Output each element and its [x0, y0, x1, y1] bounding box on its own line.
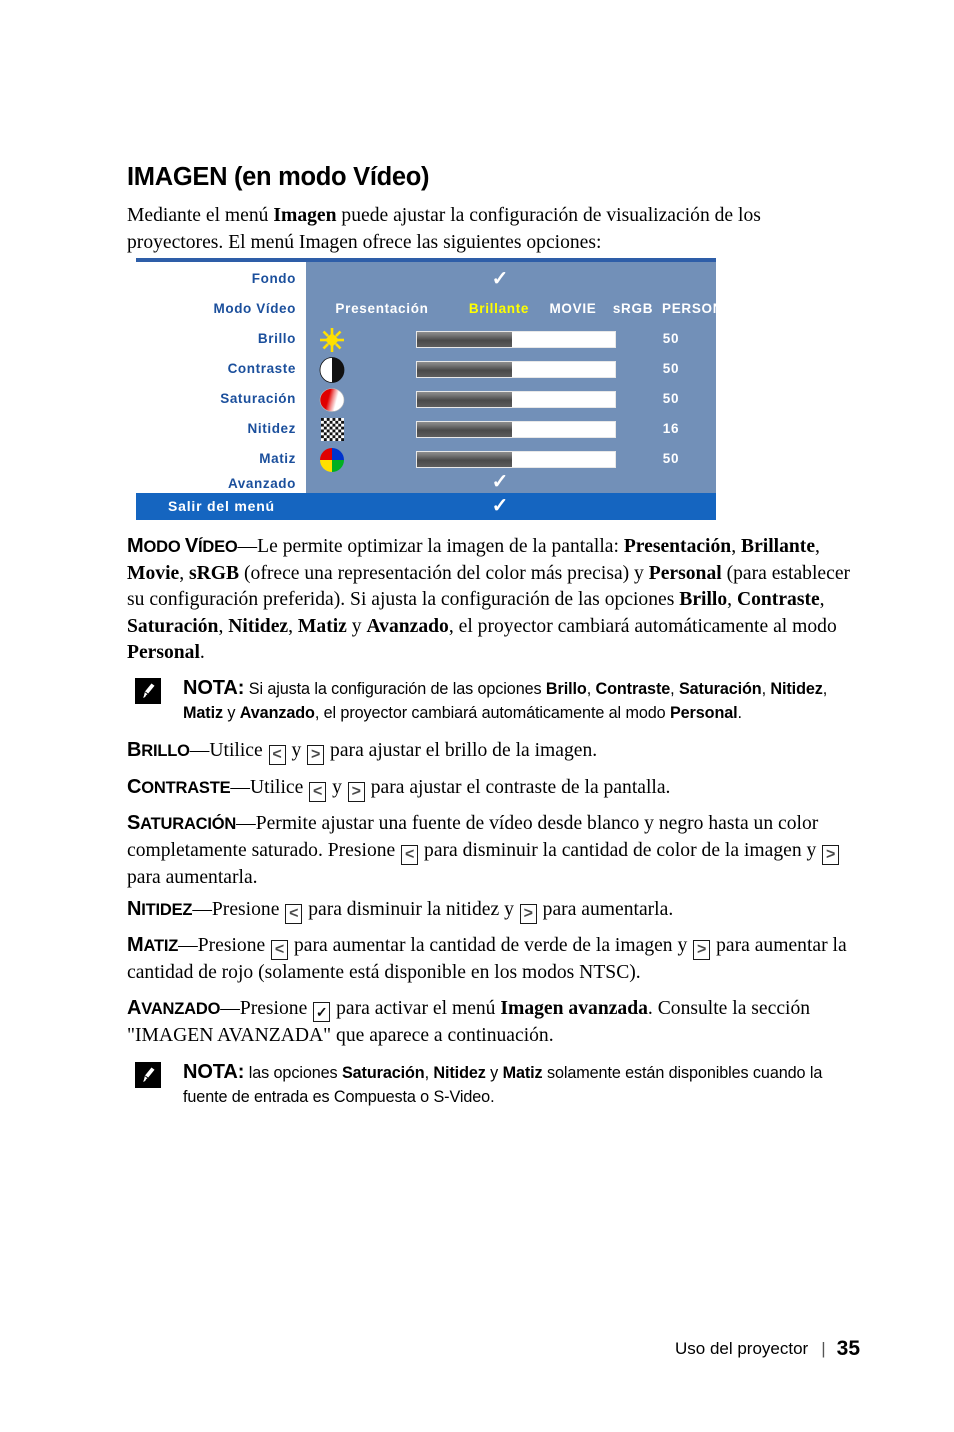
- video-mode-srgb[interactable]: sRGB: [604, 296, 662, 322]
- video-mode-personal[interactable]: PERSONAL: [662, 296, 742, 322]
- term-contraste: CONTRASTE: [127, 776, 231, 798]
- osd-menu-screenshot: Fondo ✓ Modo Vídeo Presentación Brillante…: [136, 258, 742, 520]
- video-mode-movie[interactable]: MOVIE: [542, 296, 604, 322]
- footer-label: Uso del proyector: [674, 1339, 809, 1358]
- check-key-icon[interactable]: ✓: [313, 1002, 331, 1022]
- osd-exit-label: Salir del menú: [168, 498, 275, 514]
- color-wheel-icon: [312, 446, 352, 474]
- osd-row-modo-video[interactable]: Modo Vídeo Presentación Brillante MOVIE sRG…: [136, 296, 742, 322]
- osd-row-brillo[interactable]: Brillo 50: [136, 324, 716, 354]
- brillo-slider[interactable]: [416, 331, 616, 348]
- term-matiz: MATIZ: [127, 934, 179, 956]
- osd-row-fondo[interactable]: Fondo ✓: [136, 264, 716, 294]
- osd-row-saturacion[interactable]: Saturación 50: [136, 384, 716, 414]
- term-nitidez: NITIDEZ: [127, 898, 193, 920]
- left-arrow-key-icon[interactable]: <: [268, 745, 286, 765]
- osd-label-fondo: Fondo: [251, 271, 296, 286]
- osd-row-nitidez[interactable]: Nitidez 16: [136, 414, 716, 444]
- section-matiz: MATIZ—Presione < para aumentar la cantid…: [127, 934, 847, 983]
- saturacion-slider[interactable]: [416, 391, 616, 408]
- saturacion-value: 50: [662, 391, 680, 406]
- contraste-slider[interactable]: [416, 361, 616, 378]
- page-footer: Uso del proyector | 35: [675, 1337, 860, 1361]
- video-mode-options: Presentación Brillante MOVIE sRGB PERSONAL: [308, 296, 742, 322]
- note-pencil-icon: [135, 1062, 161, 1088]
- term-brillo: BRILLO: [127, 739, 190, 761]
- intro-bold-term: Imagen: [273, 205, 337, 226]
- right-arrow-key-icon[interactable]: >: [693, 940, 711, 960]
- osd-label-brillo: Brillo: [257, 331, 296, 346]
- video-mode-presentacion[interactable]: Presentación: [308, 296, 456, 322]
- document-page: IMAGEN (en modo Vídeo) Mediante el menú …: [0, 0, 954, 1432]
- osd-row-contraste[interactable]: Contraste 50: [136, 354, 716, 384]
- note-text-2: NOTA: las opciones Saturación, Nitidez y…: [183, 1061, 823, 1106]
- section-contraste: CONTRASTE—Utilice < y > para ajustar el …: [127, 776, 671, 802]
- left-arrow-key-icon[interactable]: <: [401, 844, 419, 865]
- note-pencil-icon: [135, 678, 161, 704]
- matiz-slider[interactable]: [416, 451, 616, 468]
- right-arrow-key-icon[interactable]: >: [519, 904, 537, 924]
- intro-paragraph: Mediante el menú Imagen puede ajustar la…: [127, 205, 761, 253]
- note-lead-1: NOTA:: [183, 677, 245, 699]
- checkerboard-icon: [312, 416, 352, 444]
- right-arrow-key-icon[interactable]: >: [822, 844, 840, 865]
- osd-body: Fondo ✓ Modo Vídeo Presentación Brillante…: [136, 262, 742, 493]
- section-nitidez: NITIDEZ—Presione < para disminuir la nit…: [127, 898, 674, 924]
- term-avanzado: AVANZADO: [127, 997, 221, 1019]
- footer-page-number: 35: [836, 1337, 860, 1360]
- osd-label-modo-video: Modo Vídeo: [213, 301, 296, 316]
- left-arrow-key-icon[interactable]: <: [271, 940, 289, 960]
- osd-row-matiz[interactable]: Matiz 50: [136, 444, 716, 474]
- video-mode-brillante[interactable]: Brillante: [456, 296, 542, 322]
- section-modo-video: MODO VÍDEO—Le permite optimizar la image…: [127, 535, 851, 663]
- section-saturacion: SATURACIÓN—Permite ajustar una fuente de…: [127, 810, 860, 891]
- check-icon[interactable]: ✓: [488, 493, 512, 520]
- section-avanzado: AVANZADO—Presione ✓ para activar el menú…: [127, 997, 811, 1046]
- osd-label-contraste: Contraste: [227, 361, 296, 376]
- contrast-circle-icon: [312, 356, 352, 384]
- osd-label-avanzado: Avanzado: [227, 476, 296, 491]
- right-arrow-key-icon[interactable]: >: [307, 745, 325, 765]
- check-icon[interactable]: ✓: [488, 264, 512, 294]
- page-title: IMAGEN (en modo Vídeo): [127, 163, 430, 191]
- osd-label-matiz: Matiz: [259, 451, 296, 466]
- note-lead-2: NOTA:: [183, 1061, 245, 1083]
- check-icon[interactable]: ✓: [488, 472, 512, 493]
- right-arrow-key-icon[interactable]: >: [347, 782, 365, 802]
- osd-label-saturacion: Saturación: [220, 391, 296, 406]
- nitidez-value: 16: [662, 421, 680, 436]
- left-arrow-key-icon[interactable]: <: [285, 904, 303, 924]
- contraste-value: 50: [662, 361, 680, 376]
- footer-separator: |: [821, 1339, 826, 1358]
- brillo-value: 50: [662, 331, 680, 346]
- sun-icon: [312, 326, 352, 354]
- osd-exit-bar[interactable]: Salir del menú ✓: [136, 493, 716, 520]
- term-modo-video: MODO VÍDEO: [127, 535, 238, 557]
- osd-label-nitidez: Nitidez: [247, 421, 296, 436]
- saturation-circle-icon: [312, 386, 352, 414]
- osd-row-avanzado[interactable]: Avanzado ✓: [136, 472, 716, 493]
- nitidez-slider[interactable]: [416, 421, 616, 438]
- section-brillo: BRILLO—Utilice < y > para ajustar el bri…: [127, 739, 598, 765]
- matiz-value: 50: [662, 451, 680, 466]
- note-text-1: NOTA: Si ajusta la configuración de las …: [183, 677, 828, 722]
- term-saturacion: SATURACIÓN: [127, 812, 237, 834]
- left-arrow-key-icon[interactable]: <: [309, 782, 327, 802]
